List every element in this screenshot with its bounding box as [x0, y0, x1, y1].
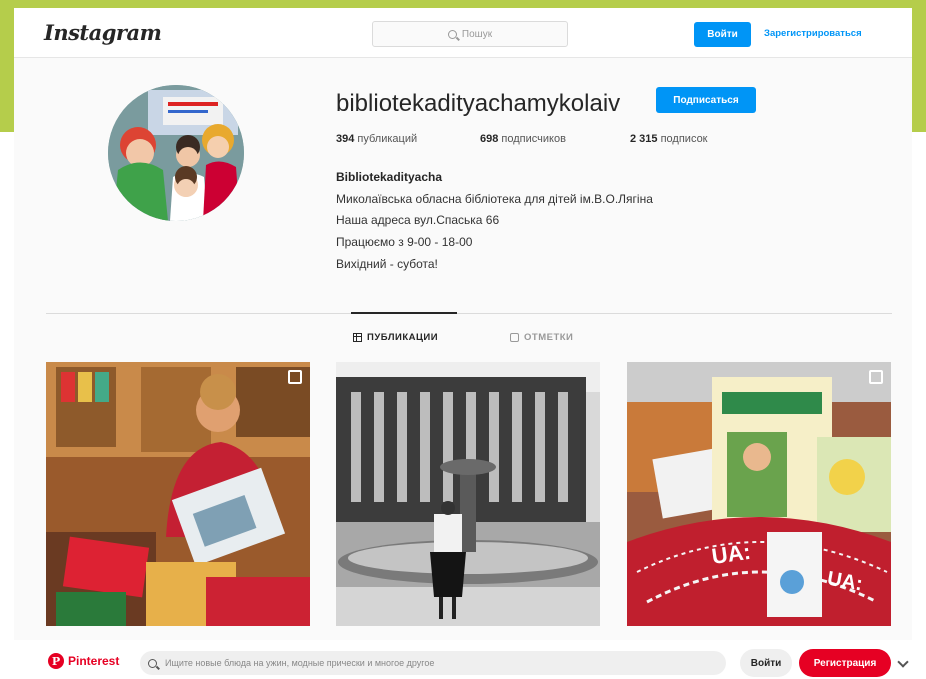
pinterest-search-placeholder: Ищите новые блюда на ужин, модные причес… [165, 658, 435, 668]
slide-frame-right [912, 0, 926, 132]
register-link[interactable]: Зарегистрироваться [764, 28, 862, 39]
pinterest-login-button[interactable]: Войти [740, 649, 792, 677]
post-thumbnail[interactable] [46, 362, 310, 626]
search-input[interactable]: Пошук [372, 21, 568, 47]
followers-count-stat[interactable]: 698 подписчиков [480, 133, 566, 145]
tabs-divider [46, 313, 892, 314]
bio-line: Миколаївська обласна бібліотека для діте… [336, 192, 653, 206]
profile-username: bibliotekadityachamykolaiv [336, 90, 621, 117]
pinterest-icon: P [48, 653, 64, 669]
search-icon [148, 658, 157, 668]
login-button[interactable]: Войти [694, 22, 751, 47]
bio-line: Наша адреса вул.Спаська 66 [336, 213, 500, 227]
slide-frame-left [0, 0, 14, 132]
grid-icon [353, 333, 362, 342]
posts-count-stat: 394 публикаций [336, 133, 417, 145]
instagram-logo[interactable]: Instagram [44, 20, 162, 45]
active-tab-indicator [351, 312, 457, 314]
follow-button[interactable]: Подписаться [656, 87, 756, 113]
posts-label: публикаций [357, 133, 418, 145]
pinterest-bar: P Pinterest Ищите новые блюда на ужин, м… [0, 640, 926, 679]
multiple-photos-icon [869, 370, 883, 384]
bio-line: Вихідний - субота! [336, 257, 438, 271]
slide-frame-top [0, 0, 926, 8]
following-count: 2 315 [630, 133, 658, 145]
following-count-stat[interactable]: 2 315 подписок [630, 133, 708, 145]
chevron-down-icon[interactable] [897, 656, 909, 668]
post-thumbnail[interactable]: UA: UA: [627, 362, 891, 626]
instagram-header: Instagram Пошук Войти Зарегистрироваться [14, 8, 912, 58]
tab-publications[interactable]: ПУБЛИКАЦИИ [353, 332, 438, 343]
profile-avatar[interactable] [108, 85, 244, 221]
tag-icon [510, 333, 519, 342]
bio-line: Працюємо з 9-00 - 18-00 [336, 235, 473, 249]
pinterest-register-button[interactable]: Регистрация [799, 649, 891, 677]
pinterest-logo-text: Pinterest [68, 654, 120, 668]
search-placeholder: Пошук [461, 28, 493, 40]
bio-name: Bibliotekadityacha [336, 170, 443, 184]
followers-label: подписчиков [501, 133, 566, 145]
tab-label: ОТМЕТКИ [524, 332, 574, 343]
tab-label: ПУБЛИКАЦИИ [367, 332, 439, 343]
followers-count: 698 [480, 133, 499, 145]
posts-count: 394 [336, 133, 355, 145]
pinterest-search-input[interactable]: Ищите новые блюда на ужин, модные причес… [140, 651, 726, 675]
tab-tagged[interactable]: ОТМЕТКИ [510, 332, 573, 343]
pinterest-logo[interactable]: P Pinterest [48, 653, 119, 669]
search-icon [447, 29, 457, 39]
following-label: подписок [660, 133, 708, 145]
post-thumbnail[interactable] [336, 362, 600, 626]
multiple-photos-icon [288, 370, 302, 384]
